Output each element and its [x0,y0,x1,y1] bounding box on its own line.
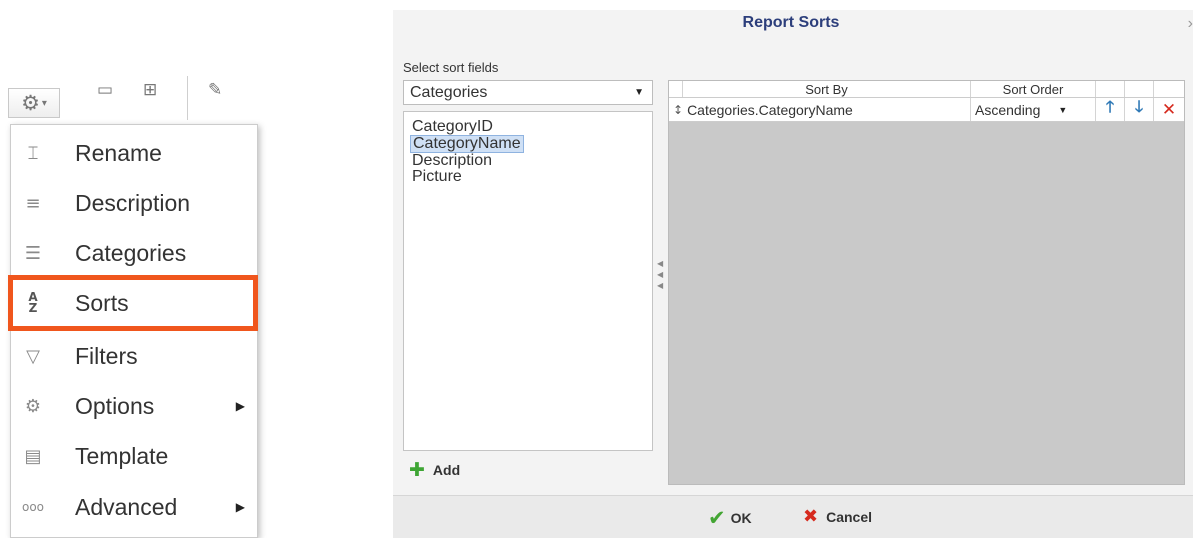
menu-item-rename[interactable]: ⌶ Rename [11,128,259,178]
menu-item-filters[interactable]: ▽ Filters [11,331,259,381]
header-empty-cell [1125,81,1154,97]
menu-item-label: Sorts [75,289,129,316]
filter-icon: ▽ [26,345,40,367]
select-fields-label: Select sort fields [403,60,499,75]
splitter-handle[interactable]: ◀ ◀ ◀ [657,258,665,291]
menu-item-label: Filters [75,342,138,369]
table-select-value: Categories [410,84,488,101]
menu-item-label: Template [75,442,169,469]
check-icon: ✔ [708,506,726,530]
menu-item-options[interactable]: ⚙ Options ▶ [11,381,259,431]
add-box-icon[interactable]: ⊞ [143,80,157,100]
add-button-label: Add [432,462,461,478]
settings-dropdown-button[interactable]: ⚙ ▾ [8,88,60,118]
sort-by-value: Categories.CategoryName [687,101,853,118]
sort-order-value: Ascending [975,101,1041,118]
menu-item-label: Advanced [75,493,178,520]
ok-button-label: OK [730,510,752,526]
list-item[interactable]: Picture [410,169,464,185]
column-header-sort-order[interactable]: Sort Order [971,81,1096,97]
toolbar-divider [187,76,188,120]
table-row: ↕ Categories.CategoryName Ascending ▼ 🡑 … [669,97,1184,122]
sort-grid: Sort By Sort Order ↕ Categories.Category… [668,80,1185,485]
edit-icon[interactable]: ✎ [208,80,222,100]
list-item-selected[interactable]: CategoryName [410,135,524,153]
table-select[interactable]: Categories ▼ [403,80,653,105]
menu-item-label: Description [75,189,191,216]
list-item[interactable]: CategoryID [410,119,495,135]
move-up-button[interactable]: 🡑 [1096,97,1125,121]
menu-item-sorts[interactable]: AZ Sorts [8,275,258,331]
menu-item-label: Rename [75,139,162,166]
context-menu: ⌶ Rename ≡ Description ☰ Categories AZ S… [8,124,259,538]
chevron-down-icon: ▼ [1058,104,1068,115]
delete-button[interactable]: ✕ [1154,98,1184,121]
menu-item-label: Categories [75,239,187,266]
submenu-arrow-icon: ▶ [235,399,245,413]
move-down-button[interactable]: 🡓 [1125,97,1154,121]
header-empty-cell [1096,81,1125,97]
sort-az-icon: AZ [28,290,38,315]
cancel-x-icon: ✖ [803,506,819,527]
sort-order-select[interactable]: Ascending ▼ [971,98,1096,121]
close-icon[interactable]: › [1188,15,1193,33]
gear-icon: ⚙ [24,395,42,417]
add-button[interactable]: ✚ Add [409,459,461,481]
menu-item-label: Options [75,392,155,419]
plus-icon: ✚ [409,459,425,481]
cancel-button-label: Cancel [826,508,873,525]
chevron-down-icon: ▾ [41,97,47,109]
menu-item-template[interactable]: ▤ Template [11,431,259,481]
cancel-button[interactable]: ✖ Cancel [803,506,872,527]
template-icon: ▤ [24,445,42,467]
chevron-down-icon: ▼ [634,87,644,98]
gear-icon: ⚙ [21,91,40,115]
submenu-arrow-icon: ▶ [235,500,245,514]
header-empty-cell [1154,81,1184,97]
description-icon: ≡ [25,192,41,214]
sort-by-cell: ↕ Categories.CategoryName [669,98,971,121]
dialog-title: Report Sorts [742,14,840,31]
window-icon[interactable]: ▭ [97,80,113,100]
rename-icon: ⌶ [27,142,39,164]
menu-item-categories[interactable]: ☰ Categories [11,228,259,278]
arrow-down-icon: 🡓 [1134,97,1144,116]
drag-handle-icon[interactable]: ↕ [673,103,683,117]
column-header-sort-by[interactable]: Sort By [683,81,971,97]
ok-button[interactable]: ✔ OK [708,506,752,530]
dialog-footer: ✔ OK ✖ Cancel [393,495,1193,538]
delete-icon: ✕ [1161,99,1177,120]
arrow-up-icon: 🡑 [1105,97,1115,116]
ellipsis-icon: ooo [21,500,45,514]
field-list[interactable]: CategoryID CategoryName Description Pict… [403,111,653,451]
header-handle-cell [669,81,683,97]
report-sorts-dialog: Report Sorts › Select sort fields Catego… [393,10,1193,538]
categories-icon: ☰ [24,242,42,264]
list-item[interactable]: Description [410,153,494,169]
menu-item-description[interactable]: ≡ Description [11,178,259,228]
menu-item-advanced[interactable]: ooo Advanced ▶ [11,482,259,532]
toolbar-strip: ⚙ ▾ ▭ ⊞ ✎ [0,76,262,120]
